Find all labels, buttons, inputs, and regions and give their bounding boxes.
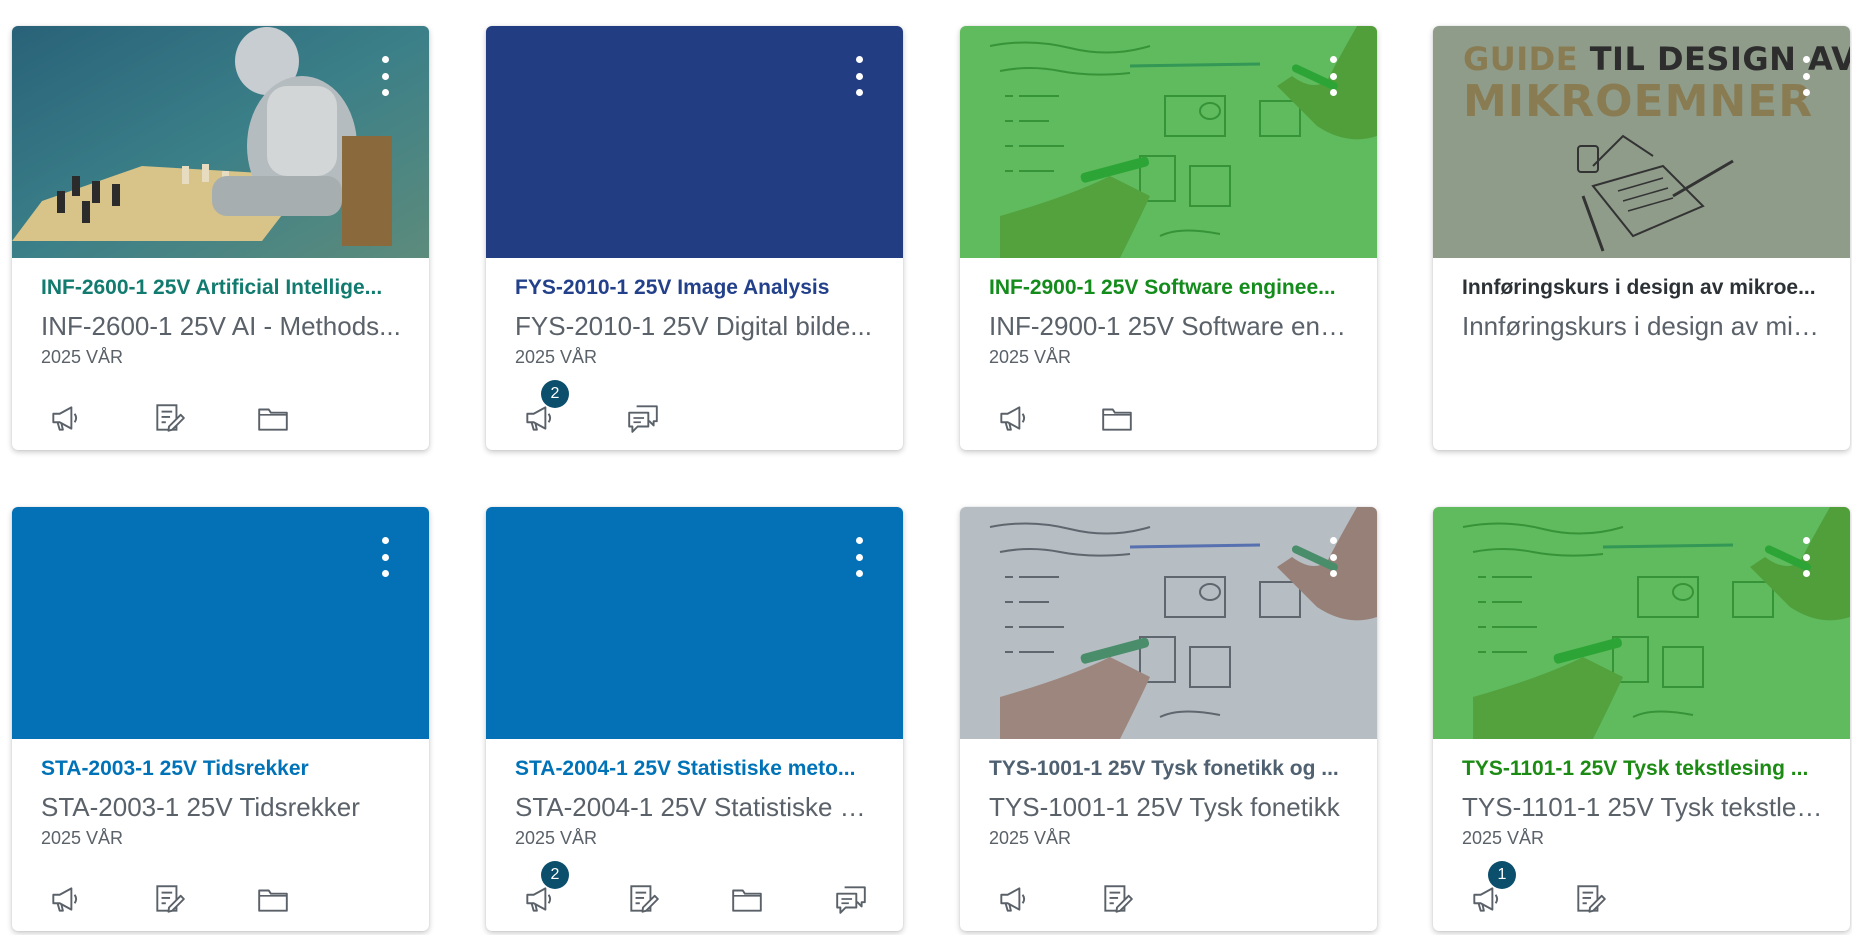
assignments-button[interactable] bbox=[149, 398, 189, 438]
course-card-hero-image[interactable] bbox=[1433, 507, 1850, 739]
files-button[interactable] bbox=[253, 398, 293, 438]
course-card-hero-color[interactable] bbox=[486, 507, 903, 739]
assignments-button[interactable] bbox=[1097, 879, 1137, 919]
course-title-link[interactable]: STA-2004-1 25V Statistiske meto... bbox=[515, 755, 877, 783]
course-card[interactable]: INF-2900-1 25V Software enginee... INF-2… bbox=[960, 26, 1377, 450]
course-card[interactable]: TYS-1101-1 25V Tysk tekstlesing ... TYS-… bbox=[1433, 507, 1850, 931]
announcement-icon bbox=[996, 882, 1030, 916]
kebab-menu-icon[interactable] bbox=[853, 537, 865, 577]
folder-icon bbox=[730, 882, 764, 916]
announcements-button[interactable]: 2 bbox=[519, 861, 569, 919]
assignment-icon bbox=[626, 882, 660, 916]
course-title-link[interactable]: Innføringskurs i design av mikroe... bbox=[1462, 274, 1824, 302]
discussions-button[interactable] bbox=[623, 398, 663, 438]
course-title-link[interactable]: FYS-2010-1 25V Image Analysis bbox=[515, 274, 877, 302]
course-term: 2025 VÅR bbox=[1462, 828, 1545, 848]
discussions-button[interactable] bbox=[831, 879, 871, 919]
assignment-icon bbox=[1573, 882, 1607, 916]
course-title-link[interactable]: TYS-1001-1 25V Tysk fonetikk og ... bbox=[989, 755, 1351, 783]
announcements-button[interactable]: 2 bbox=[519, 380, 569, 438]
assignment-icon bbox=[152, 401, 186, 435]
kebab-menu-icon[interactable] bbox=[1327, 537, 1339, 577]
course-term: 2025 VÅR bbox=[41, 828, 124, 848]
course-title-link[interactable]: TYS-1101-1 25V Tysk tekstlesing ... bbox=[1462, 755, 1824, 783]
course-subtitle: STA-2003-1 25V Tidsrekker bbox=[41, 792, 360, 822]
announcement-icon bbox=[48, 401, 82, 435]
kebab-menu-icon[interactable] bbox=[1800, 56, 1812, 96]
folder-icon bbox=[1100, 401, 1134, 435]
announcements-button[interactable] bbox=[45, 398, 85, 438]
unread-count-badge: 1 bbox=[1488, 861, 1516, 889]
course-card-hero-color[interactable] bbox=[12, 507, 429, 739]
announcement-icon bbox=[996, 401, 1030, 435]
unread-count-badge: 2 bbox=[541, 861, 569, 889]
course-subtitle: FYS-2010-1 25V Digital bilde... bbox=[515, 311, 872, 341]
hero-heading-line2: MIKROEMNER bbox=[1463, 76, 1814, 127]
course-term: 2025 VÅR bbox=[41, 347, 124, 367]
assignment-icon bbox=[152, 882, 186, 916]
course-subtitle: STA-2004-1 25V Statistiske m... bbox=[515, 792, 877, 822]
course-subtitle: INF-2900-1 25V Software eng... bbox=[989, 311, 1351, 341]
announcements-button[interactable]: 1 bbox=[1466, 861, 1516, 919]
course-card[interactable]: INF-2600-1 25V Artificial Intellige... I… bbox=[12, 26, 429, 450]
kebab-menu-icon[interactable] bbox=[1327, 56, 1339, 96]
kebab-menu-icon[interactable] bbox=[379, 537, 391, 577]
announcements-button[interactable] bbox=[993, 879, 1033, 919]
course-card-hero-image[interactable]: GUIDE TIL DESIGN AV MIKROEMNER bbox=[1433, 26, 1850, 258]
course-card[interactable]: STA-2004-1 25V Statistiske meto... STA-2… bbox=[486, 507, 903, 931]
course-card-hero-image[interactable] bbox=[960, 507, 1377, 739]
announcements-button[interactable] bbox=[993, 398, 1033, 438]
announcement-icon bbox=[48, 882, 82, 916]
course-card-hero-image[interactable] bbox=[12, 26, 429, 258]
folder-icon bbox=[256, 401, 290, 435]
course-card[interactable]: STA-2003-1 25V Tidsrekker STA-2003-1 25V… bbox=[12, 507, 429, 931]
kebab-menu-icon[interactable] bbox=[1800, 537, 1812, 577]
course-card-hero-color[interactable] bbox=[486, 26, 903, 258]
course-card-hero-image[interactable] bbox=[960, 26, 1377, 258]
assignments-button[interactable] bbox=[1570, 879, 1610, 919]
assignment-icon bbox=[1100, 882, 1134, 916]
course-card[interactable]: TYS-1001-1 25V Tysk fonetikk og ... TYS-… bbox=[960, 507, 1377, 931]
course-term: 2025 VÅR bbox=[989, 828, 1072, 848]
announcements-button[interactable] bbox=[45, 879, 85, 919]
course-title-link[interactable]: STA-2003-1 25V Tidsrekker bbox=[41, 755, 403, 783]
course-subtitle: INF-2600-1 25V AI - Methods... bbox=[41, 311, 401, 341]
course-title-link[interactable]: INF-2600-1 25V Artificial Intellige... bbox=[41, 274, 403, 302]
files-button[interactable] bbox=[727, 879, 767, 919]
course-term: 2025 VÅR bbox=[989, 347, 1072, 367]
course-card[interactable]: FYS-2010-1 25V Image Analysis FYS-2010-1… bbox=[486, 26, 903, 450]
discussion-icon bbox=[626, 401, 660, 435]
hero-heading-line1: GUIDE TIL DESIGN AV bbox=[1463, 40, 1850, 78]
notebook-illustration bbox=[1577, 134, 1734, 252]
folder-icon bbox=[256, 882, 290, 916]
course-term: 2025 VÅR bbox=[515, 828, 598, 848]
course-title-link[interactable]: INF-2900-1 25V Software enginee... bbox=[989, 274, 1351, 302]
course-subtitle: TYS-1001-1 25V Tysk fonetikk bbox=[989, 792, 1340, 822]
assignments-button[interactable] bbox=[623, 879, 663, 919]
assignments-button[interactable] bbox=[149, 879, 189, 919]
course-subtitle: TYS-1101-1 25V Tysk tekstles... bbox=[1462, 792, 1824, 822]
kebab-menu-icon[interactable] bbox=[853, 56, 865, 96]
files-button[interactable] bbox=[1097, 398, 1137, 438]
discussion-icon bbox=[834, 882, 868, 916]
files-button[interactable] bbox=[253, 879, 293, 919]
kebab-menu-icon[interactable] bbox=[379, 56, 391, 96]
course-subtitle: Innføringskurs i design av mikr... bbox=[1462, 311, 1824, 341]
course-term: 2025 VÅR bbox=[515, 347, 598, 367]
course-card[interactable]: GUIDE TIL DESIGN AV MIKROEMNER Innføring… bbox=[1433, 26, 1850, 450]
robot-chess-image bbox=[12, 26, 429, 258]
unread-count-badge: 2 bbox=[541, 380, 569, 408]
